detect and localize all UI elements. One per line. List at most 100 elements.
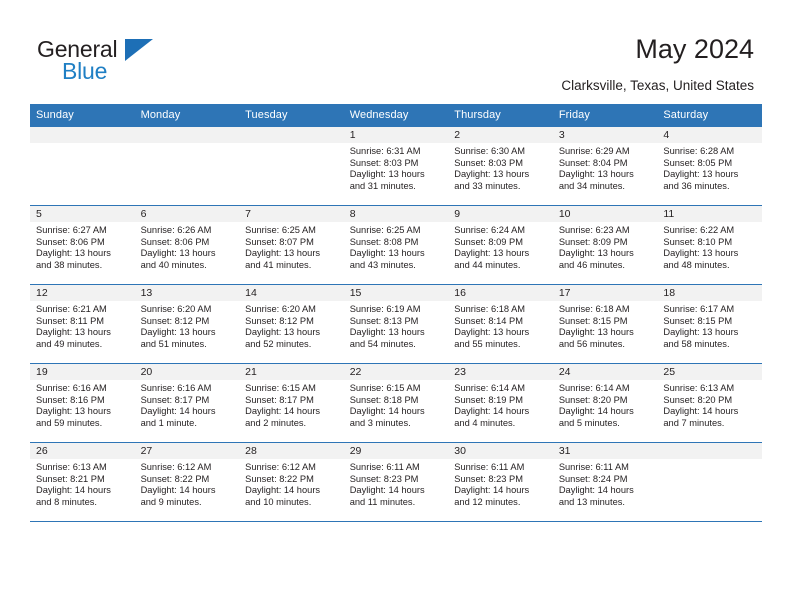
daylight-text-line1: Daylight: 13 hours — [36, 248, 111, 259]
day-number: 30 — [448, 443, 553, 459]
calendar-day-cell[interactable]: 19 Sunrise: 6:16 AM Sunset: 8:16 PM Dayligh… — [30, 363, 135, 443]
day-number: 18 — [657, 285, 762, 301]
day-number: 28 — [239, 443, 344, 459]
day-cell-inner: 26 Sunrise: 6:13 AM Sunset: 8:21 PM Dayligh… — [30, 443, 135, 521]
daylight-text-line2: and 8 minutes. — [36, 496, 97, 507]
sunset-text: Sunset: 8:08 PM — [349, 236, 419, 247]
day-cell-inner: 8 Sunrise: 6:25 AM Sunset: 8:08 PM Daylight… — [343, 206, 449, 284]
calendar-day-cell[interactable]: 9 Sunrise: 6:24 AM Sunset: 8:09 PM Daylight… — [448, 205, 553, 285]
day-number: 29 — [343, 443, 449, 459]
daylight-text-line2: and 2 minutes. — [245, 417, 307, 428]
sunset-text: Sunset: 8:12 PM — [245, 315, 314, 326]
daylight-text-line1: Daylight: 13 hours — [454, 248, 530, 259]
day-cell-inner: 23 Sunrise: 6:14 AM Sunset: 8:19 PM Dayligh… — [448, 364, 553, 442]
day-sun-info: Sunrise: 6:27 AM Sunset: 8:06 PM Daylight:… — [30, 222, 135, 271]
calendar-day-cell[interactable]: 25 Sunrise: 6:13 AM Sunset: 8:20 PM Dayligh… — [657, 363, 762, 443]
daylight-text-line1: Daylight: 13 hours — [454, 169, 530, 180]
sunset-text: Sunset: 8:12 PM — [140, 315, 210, 326]
daylight-text-line1: Daylight: 13 hours — [245, 248, 321, 259]
day-sun-info: Sunrise: 6:14 AM Sunset: 8:20 PM Daylight:… — [553, 380, 658, 429]
sunset-text: Sunset: 8:23 PM — [349, 473, 419, 484]
day-sun-info: Sunrise: 6:22 AM Sunset: 8:10 PM Daylight:… — [657, 222, 762, 271]
general-blue-logo[interactable]: General Blue — [37, 36, 237, 88]
day-number: 10 — [552, 206, 658, 222]
sunset-text: Sunset: 8:03 PM — [349, 157, 419, 168]
calendar-day-cell[interactable]: 15 Sunrise: 6:19 AM Sunset: 8:13 PM Dayligh… — [343, 284, 449, 364]
calendar-day-cell[interactable]: 29 Sunrise: 6:11 AM Sunset: 8:23 PM Dayligh… — [343, 442, 449, 522]
day-cell-inner: 10 Sunrise: 6:23 AM Sunset: 8:09 PM Dayligh… — [552, 206, 658, 284]
daylight-text-line2: and 10 minutes. — [245, 496, 312, 507]
day-number: 23 — [448, 364, 553, 380]
calendar-day-cell[interactable]: 31 Sunrise: 6:11 AM Sunset: 8:24 PM Dayligh… — [552, 442, 658, 522]
daylight-text-line1: Daylight: 14 hours — [558, 485, 634, 496]
calendar-day-cell[interactable]: 24 Sunrise: 6:14 AM Sunset: 8:20 PM Dayligh… — [552, 363, 658, 443]
calendar-day-cell[interactable]: 6 Sunrise: 6:26 AM Sunset: 8:06 PM Daylight… — [134, 205, 240, 285]
calendar-day-cell[interactable]: 20 Sunrise: 6:16 AM Sunset: 8:17 PM Dayligh… — [134, 363, 240, 443]
day-cell-inner: 27 Sunrise: 6:12 AM Sunset: 8:22 PM Dayligh… — [134, 443, 240, 521]
daylight-text-line1: Daylight: 14 hours — [558, 406, 634, 417]
calendar-day-cell[interactable]: 8 Sunrise: 6:25 AM Sunset: 8:08 PM Daylight… — [343, 205, 449, 285]
day-sun-info: Sunrise: 6:20 AM Sunset: 8:12 PM Daylight:… — [239, 301, 344, 350]
calendar-day-cell[interactable]: 30 Sunrise: 6:11 AM Sunset: 8:23 PM Dayligh… — [448, 442, 553, 522]
calendar-day-cell — [30, 127, 135, 206]
calendar-day-cell[interactable]: 17 Sunrise: 6:18 AM Sunset: 8:15 PM Dayligh… — [552, 284, 658, 364]
daylight-text-line2: and 9 minutes. — [140, 496, 202, 507]
daylight-text-line2: and 44 minutes. — [454, 259, 521, 270]
daylight-text-line2: and 11 minutes. — [349, 496, 416, 507]
sunset-text: Sunset: 8:13 PM — [349, 315, 419, 326]
day-sun-info: Sunrise: 6:11 AM Sunset: 8:23 PM Daylight:… — [344, 459, 449, 508]
day-number: 16 — [448, 285, 553, 301]
calendar-day-cell[interactable]: 4 Sunrise: 6:28 AM Sunset: 8:05 PM Daylight… — [657, 127, 762, 206]
daylight-text-line2: and 7 minutes. — [663, 417, 725, 428]
calendar-day-cell[interactable]: 5 Sunrise: 6:27 AM Sunset: 8:06 PM Daylight… — [30, 205, 135, 285]
day-number — [30, 127, 135, 143]
calendar-day-cell[interactable]: 7 Sunrise: 6:25 AM Sunset: 8:07 PM Daylight… — [239, 205, 344, 285]
daylight-text-line2: and 49 minutes. — [36, 338, 103, 349]
daylight-text-line2: and 55 minutes. — [454, 338, 521, 349]
sunrise-text: Sunrise: 6:15 AM — [245, 383, 316, 393]
weekday-header-friday: Friday — [552, 104, 658, 127]
daylight-text-line2: and 36 minutes. — [663, 180, 730, 191]
sunset-text: Sunset: 8:17 PM — [140, 394, 210, 405]
calendar-day-cell[interactable]: 13 Sunrise: 6:20 AM Sunset: 8:12 PM Dayligh… — [134, 284, 240, 364]
sunset-text: Sunset: 8:17 PM — [245, 394, 314, 405]
page-title: May 2024 — [635, 34, 754, 64]
daylight-text-line2: and 56 minutes. — [558, 338, 625, 349]
calendar-day-cell[interactable]: 2 Sunrise: 6:30 AM Sunset: 8:03 PM Daylight… — [448, 127, 553, 206]
sunset-text: Sunset: 8:21 PM — [36, 473, 105, 484]
sunset-text: Sunset: 8:11 PM — [36, 315, 105, 326]
calendar-day-cell[interactable]: 28 Sunrise: 6:12 AM Sunset: 8:22 PM Dayligh… — [239, 442, 344, 522]
day-sun-info: Sunrise: 6:18 AM Sunset: 8:15 PM Daylight:… — [553, 301, 658, 350]
calendar-day-cell[interactable]: 10 Sunrise: 6:23 AM Sunset: 8:09 PM Dayligh… — [552, 205, 658, 285]
weekday-header-saturday: Saturday — [657, 104, 762, 127]
day-number: 22 — [343, 364, 449, 380]
day-number: 31 — [552, 443, 658, 459]
calendar-day-cell[interactable]: 23 Sunrise: 6:14 AM Sunset: 8:19 PM Dayligh… — [448, 363, 553, 443]
calendar-day-cell[interactable]: 26 Sunrise: 6:13 AM Sunset: 8:21 PM Dayligh… — [30, 442, 135, 522]
calendar-day-cell[interactable]: 14 Sunrise: 6:20 AM Sunset: 8:12 PM Dayligh… — [239, 284, 344, 364]
calendar-day-cell[interactable]: 12 Sunrise: 6:21 AM Sunset: 8:11 PM Dayligh… — [30, 284, 135, 364]
day-cell-inner: 6 Sunrise: 6:26 AM Sunset: 8:06 PM Daylight… — [134, 206, 240, 284]
daylight-text-line1: Daylight: 14 hours — [140, 485, 216, 496]
calendar-day-cell[interactable]: 16 Sunrise: 6:18 AM Sunset: 8:14 PM Dayligh… — [448, 284, 553, 364]
calendar-day-cell[interactable]: 27 Sunrise: 6:12 AM Sunset: 8:22 PM Dayligh… — [134, 442, 240, 522]
calendar-day-cell[interactable]: 1 Sunrise: 6:31 AM Sunset: 8:03 PM Daylight… — [343, 127, 449, 206]
day-sun-info: Sunrise: 6:17 AM Sunset: 8:15 PM Daylight:… — [657, 301, 762, 350]
sunset-text: Sunset: 8:18 PM — [349, 394, 419, 405]
calendar-day-cell[interactable]: 11 Sunrise: 6:22 AM Sunset: 8:10 PM Dayligh… — [657, 205, 762, 285]
day-sun-info: Sunrise: 6:15 AM Sunset: 8:18 PM Daylight:… — [344, 380, 449, 429]
triangle-flag-icon — [125, 39, 153, 61]
day-cell-inner: 14 Sunrise: 6:20 AM Sunset: 8:12 PM Dayligh… — [239, 285, 344, 363]
day-sun-info: Sunrise: 6:23 AM Sunset: 8:09 PM Daylight:… — [553, 222, 658, 271]
calendar-day-cell[interactable]: 18 Sunrise: 6:17 AM Sunset: 8:15 PM Dayligh… — [657, 284, 762, 364]
sunrise-text: Sunrise: 6:22 AM — [663, 225, 735, 235]
calendar-day-cell[interactable]: 21 Sunrise: 6:15 AM Sunset: 8:17 PM Dayligh… — [239, 363, 344, 443]
daylight-text-line1: Daylight: 14 hours — [140, 406, 216, 417]
day-cell-inner: 22 Sunrise: 6:15 AM Sunset: 8:18 PM Dayligh… — [343, 364, 449, 442]
sunrise-text: Sunrise: 6:12 AM — [245, 462, 316, 472]
sunset-text: Sunset: 8:09 PM — [454, 236, 523, 247]
calendar-day-cell[interactable]: 22 Sunrise: 6:15 AM Sunset: 8:18 PM Dayligh… — [343, 363, 449, 443]
calendar-day-cell[interactable]: 3 Sunrise: 6:29 AM Sunset: 8:04 PM Daylight… — [552, 127, 658, 206]
day-cell-inner: 20 Sunrise: 6:16 AM Sunset: 8:17 PM Dayligh… — [134, 364, 240, 442]
sunset-text: Sunset: 8:15 PM — [558, 315, 628, 326]
